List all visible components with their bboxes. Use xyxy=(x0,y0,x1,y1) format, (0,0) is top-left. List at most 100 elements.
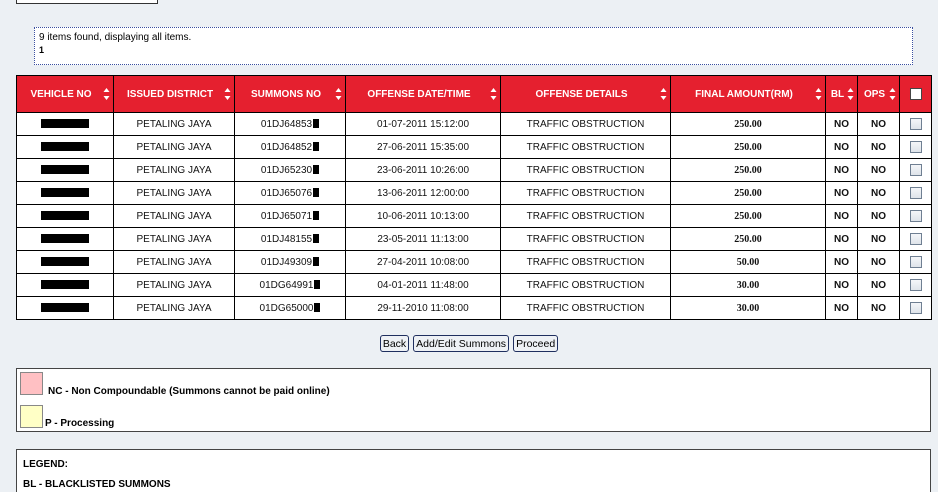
row-checkbox[interactable] xyxy=(909,187,922,199)
page-number[interactable]: 1 xyxy=(39,44,908,57)
top-panel-edge xyxy=(16,0,158,4)
summons-no-cell: 01DJ65230 xyxy=(234,158,346,182)
ops-cell: NO xyxy=(857,273,900,297)
bl-cell: NO xyxy=(825,227,858,251)
summons-no-cell: 01DJ64853 xyxy=(234,112,346,136)
select-all-checkbox[interactable] xyxy=(909,87,922,100)
ops-cell: NO xyxy=(857,158,900,182)
results-count: 9 items found, displaying all items. xyxy=(39,32,192,43)
redacted-vehicle-no xyxy=(41,234,89,244)
amount-cell: 250.00 xyxy=(670,135,826,159)
vehicle-no-cell xyxy=(16,204,114,228)
vehicle-no-cell xyxy=(16,227,114,251)
datetime-cell: 29-11-2010 11:08:00 xyxy=(345,296,501,320)
details-cell: TRAFFIC OBSTRUCTION xyxy=(500,135,671,159)
row-checkbox[interactable] xyxy=(909,256,922,268)
row-checkbox[interactable] xyxy=(909,302,922,314)
col-bl[interactable]: BL xyxy=(825,75,858,113)
action-buttons: Back Add/Edit Summons Proceed xyxy=(0,335,938,352)
table-row: PETALING JAYA 01DJ64853 01-07-2011 15:12… xyxy=(16,112,932,136)
row-checkbox[interactable] xyxy=(909,210,922,222)
redacted-digit xyxy=(314,280,321,290)
amount-cell: 30.00 xyxy=(670,296,826,320)
summons-no-cell: 01DJ65071 xyxy=(234,204,346,228)
datetime-cell: 27-06-2011 15:35:00 xyxy=(345,135,501,159)
row-checkbox[interactable] xyxy=(909,118,922,130)
bl-cell: NO xyxy=(825,204,858,228)
ops-cell: NO xyxy=(857,112,900,136)
row-checkbox[interactable] xyxy=(909,164,922,176)
redacted-vehicle-no xyxy=(41,303,89,313)
ops-cell: NO xyxy=(857,227,900,251)
district-cell: PETALING JAYA xyxy=(113,158,235,182)
vehicle-no-cell xyxy=(16,181,114,205)
table-row: PETALING JAYA 01DJ48155 23-05-2011 11:13… xyxy=(16,227,932,251)
ops-cell: NO xyxy=(857,181,900,205)
row-checkbox[interactable] xyxy=(909,233,922,245)
redacted-vehicle-no xyxy=(41,119,89,129)
select-cell xyxy=(899,181,932,205)
ops-cell: NO xyxy=(857,250,900,274)
bl-cell: NO xyxy=(825,250,858,274)
ops-cell: NO xyxy=(857,296,900,320)
sort-icon[interactable] xyxy=(847,87,854,101)
datetime-cell: 04-01-2011 11:48:00 xyxy=(345,273,501,297)
bl-cell: NO xyxy=(825,112,858,136)
district-cell: PETALING JAYA xyxy=(113,273,235,297)
district-cell: PETALING JAYA xyxy=(113,135,235,159)
col-vehicle-no[interactable]: VEHICLE NO xyxy=(16,75,114,113)
district-cell: PETALING JAYA xyxy=(113,250,235,274)
vehicle-no-cell xyxy=(16,296,114,320)
select-cell xyxy=(899,135,932,159)
select-cell xyxy=(899,250,932,274)
sort-icon[interactable] xyxy=(103,87,110,101)
datetime-cell: 23-05-2011 11:13:00 xyxy=(345,227,501,251)
amount-cell: 50.00 xyxy=(670,250,826,274)
col-ops[interactable]: OPS xyxy=(857,75,900,113)
select-cell xyxy=(899,296,932,320)
redacted-digit xyxy=(313,234,320,244)
redacted-digit xyxy=(313,211,320,221)
sort-icon[interactable] xyxy=(224,87,231,101)
datetime-cell: 13-06-2011 12:00:00 xyxy=(345,181,501,205)
details-cell: TRAFFIC OBSTRUCTION xyxy=(500,273,671,297)
col-offense-details[interactable]: OFFENSE DETAILS xyxy=(500,75,671,113)
summons-no-cell: 01DJ64852 xyxy=(234,135,346,159)
vehicle-no-cell xyxy=(16,273,114,297)
amount-cell: 250.00 xyxy=(670,204,826,228)
district-cell: PETALING JAYA xyxy=(113,112,235,136)
col-issued-district[interactable]: ISSUED DISTRICT xyxy=(113,75,235,113)
redacted-vehicle-no xyxy=(41,280,89,290)
vehicle-no-cell xyxy=(16,112,114,136)
sort-icon[interactable] xyxy=(815,87,822,101)
col-offense-datetime[interactable]: OFFENSE DATE/TIME xyxy=(345,75,501,113)
sort-icon[interactable] xyxy=(660,87,667,101)
back-button[interactable]: Back xyxy=(379,335,410,352)
datetime-cell: 23-06-2011 10:26:00 xyxy=(345,158,501,182)
details-cell: TRAFFIC OBSTRUCTION xyxy=(500,296,671,320)
sort-icon[interactable] xyxy=(490,87,497,101)
details-cell: TRAFFIC OBSTRUCTION xyxy=(500,181,671,205)
add-edit-summons-button[interactable]: Add/Edit Summons xyxy=(413,335,510,352)
col-summons-no[interactable]: SUMMONS NO xyxy=(234,75,346,113)
redacted-digit xyxy=(313,257,320,267)
sort-icon[interactable] xyxy=(335,87,342,101)
bl-cell: NO xyxy=(825,158,858,182)
ops-cell: NO xyxy=(857,135,900,159)
summons-no-cell: 01DJ49309 xyxy=(234,250,346,274)
summons-no-cell: 01DG65000 xyxy=(234,296,346,320)
select-cell xyxy=(899,227,932,251)
col-final-amount[interactable]: FINAL AMOUNT(RM) xyxy=(670,75,826,113)
legend-bl: BL - BLACKLISTED SUMMONS xyxy=(23,479,171,490)
row-checkbox[interactable] xyxy=(909,279,922,291)
table-row: PETALING JAYA 01DG65000 29-11-2010 11:08… xyxy=(16,296,932,320)
table-row: PETALING JAYA 01DJ65076 13-06-2011 12:00… xyxy=(16,181,932,205)
bl-cell: NO xyxy=(825,135,858,159)
bl-cell: NO xyxy=(825,296,858,320)
vehicle-no-cell xyxy=(16,135,114,159)
district-cell: PETALING JAYA xyxy=(113,181,235,205)
col-select-all xyxy=(899,75,932,113)
sort-icon[interactable] xyxy=(889,87,896,101)
row-checkbox[interactable] xyxy=(909,141,922,153)
proceed-button[interactable]: Proceed xyxy=(513,335,559,352)
